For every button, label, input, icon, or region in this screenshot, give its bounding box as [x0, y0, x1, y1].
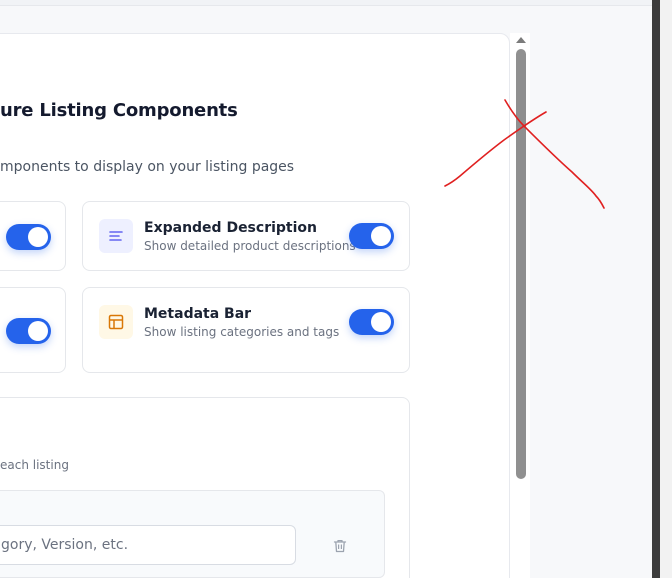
page-subtitle: mponents to display on your listing page… [0, 159, 295, 175]
toggle-expanded-description[interactable] [349, 223, 394, 249]
component-card-expanded-description: Expanded Description Show detailed produ… [82, 201, 410, 271]
component-card-partial-2 [0, 287, 66, 373]
scroll-up-arrow-icon[interactable] [516, 37, 526, 43]
field-name-input[interactable] [0, 525, 296, 565]
toggle-switch[interactable] [6, 224, 51, 250]
scrollbar-thumb[interactable] [516, 49, 526, 479]
fields-helper-text: each listing [0, 458, 69, 472]
component-title: Expanded Description [144, 220, 317, 236]
layout-icon [99, 305, 133, 339]
component-description: Show detailed product descriptions [144, 239, 356, 253]
component-title: Metadata Bar [144, 306, 252, 322]
component-card-partial-1 [0, 201, 66, 271]
window-edge-light [660, 0, 672, 578]
component-description: Show listing categories and tags [144, 325, 340, 339]
component-card-metadata-bar: Metadata Bar Show listing categories and… [82, 287, 410, 373]
lines-icon [99, 219, 133, 253]
toggle-knob [28, 227, 48, 247]
top-strip [0, 0, 652, 6]
toggle-knob [371, 226, 391, 246]
toggle-knob [371, 312, 391, 332]
page-title: ure Listing Components [0, 100, 238, 121]
toggle-switch[interactable] [6, 318, 51, 344]
toggle-knob [28, 321, 48, 341]
trash-icon[interactable] [330, 536, 350, 556]
toggle-metadata-bar[interactable] [349, 309, 394, 335]
